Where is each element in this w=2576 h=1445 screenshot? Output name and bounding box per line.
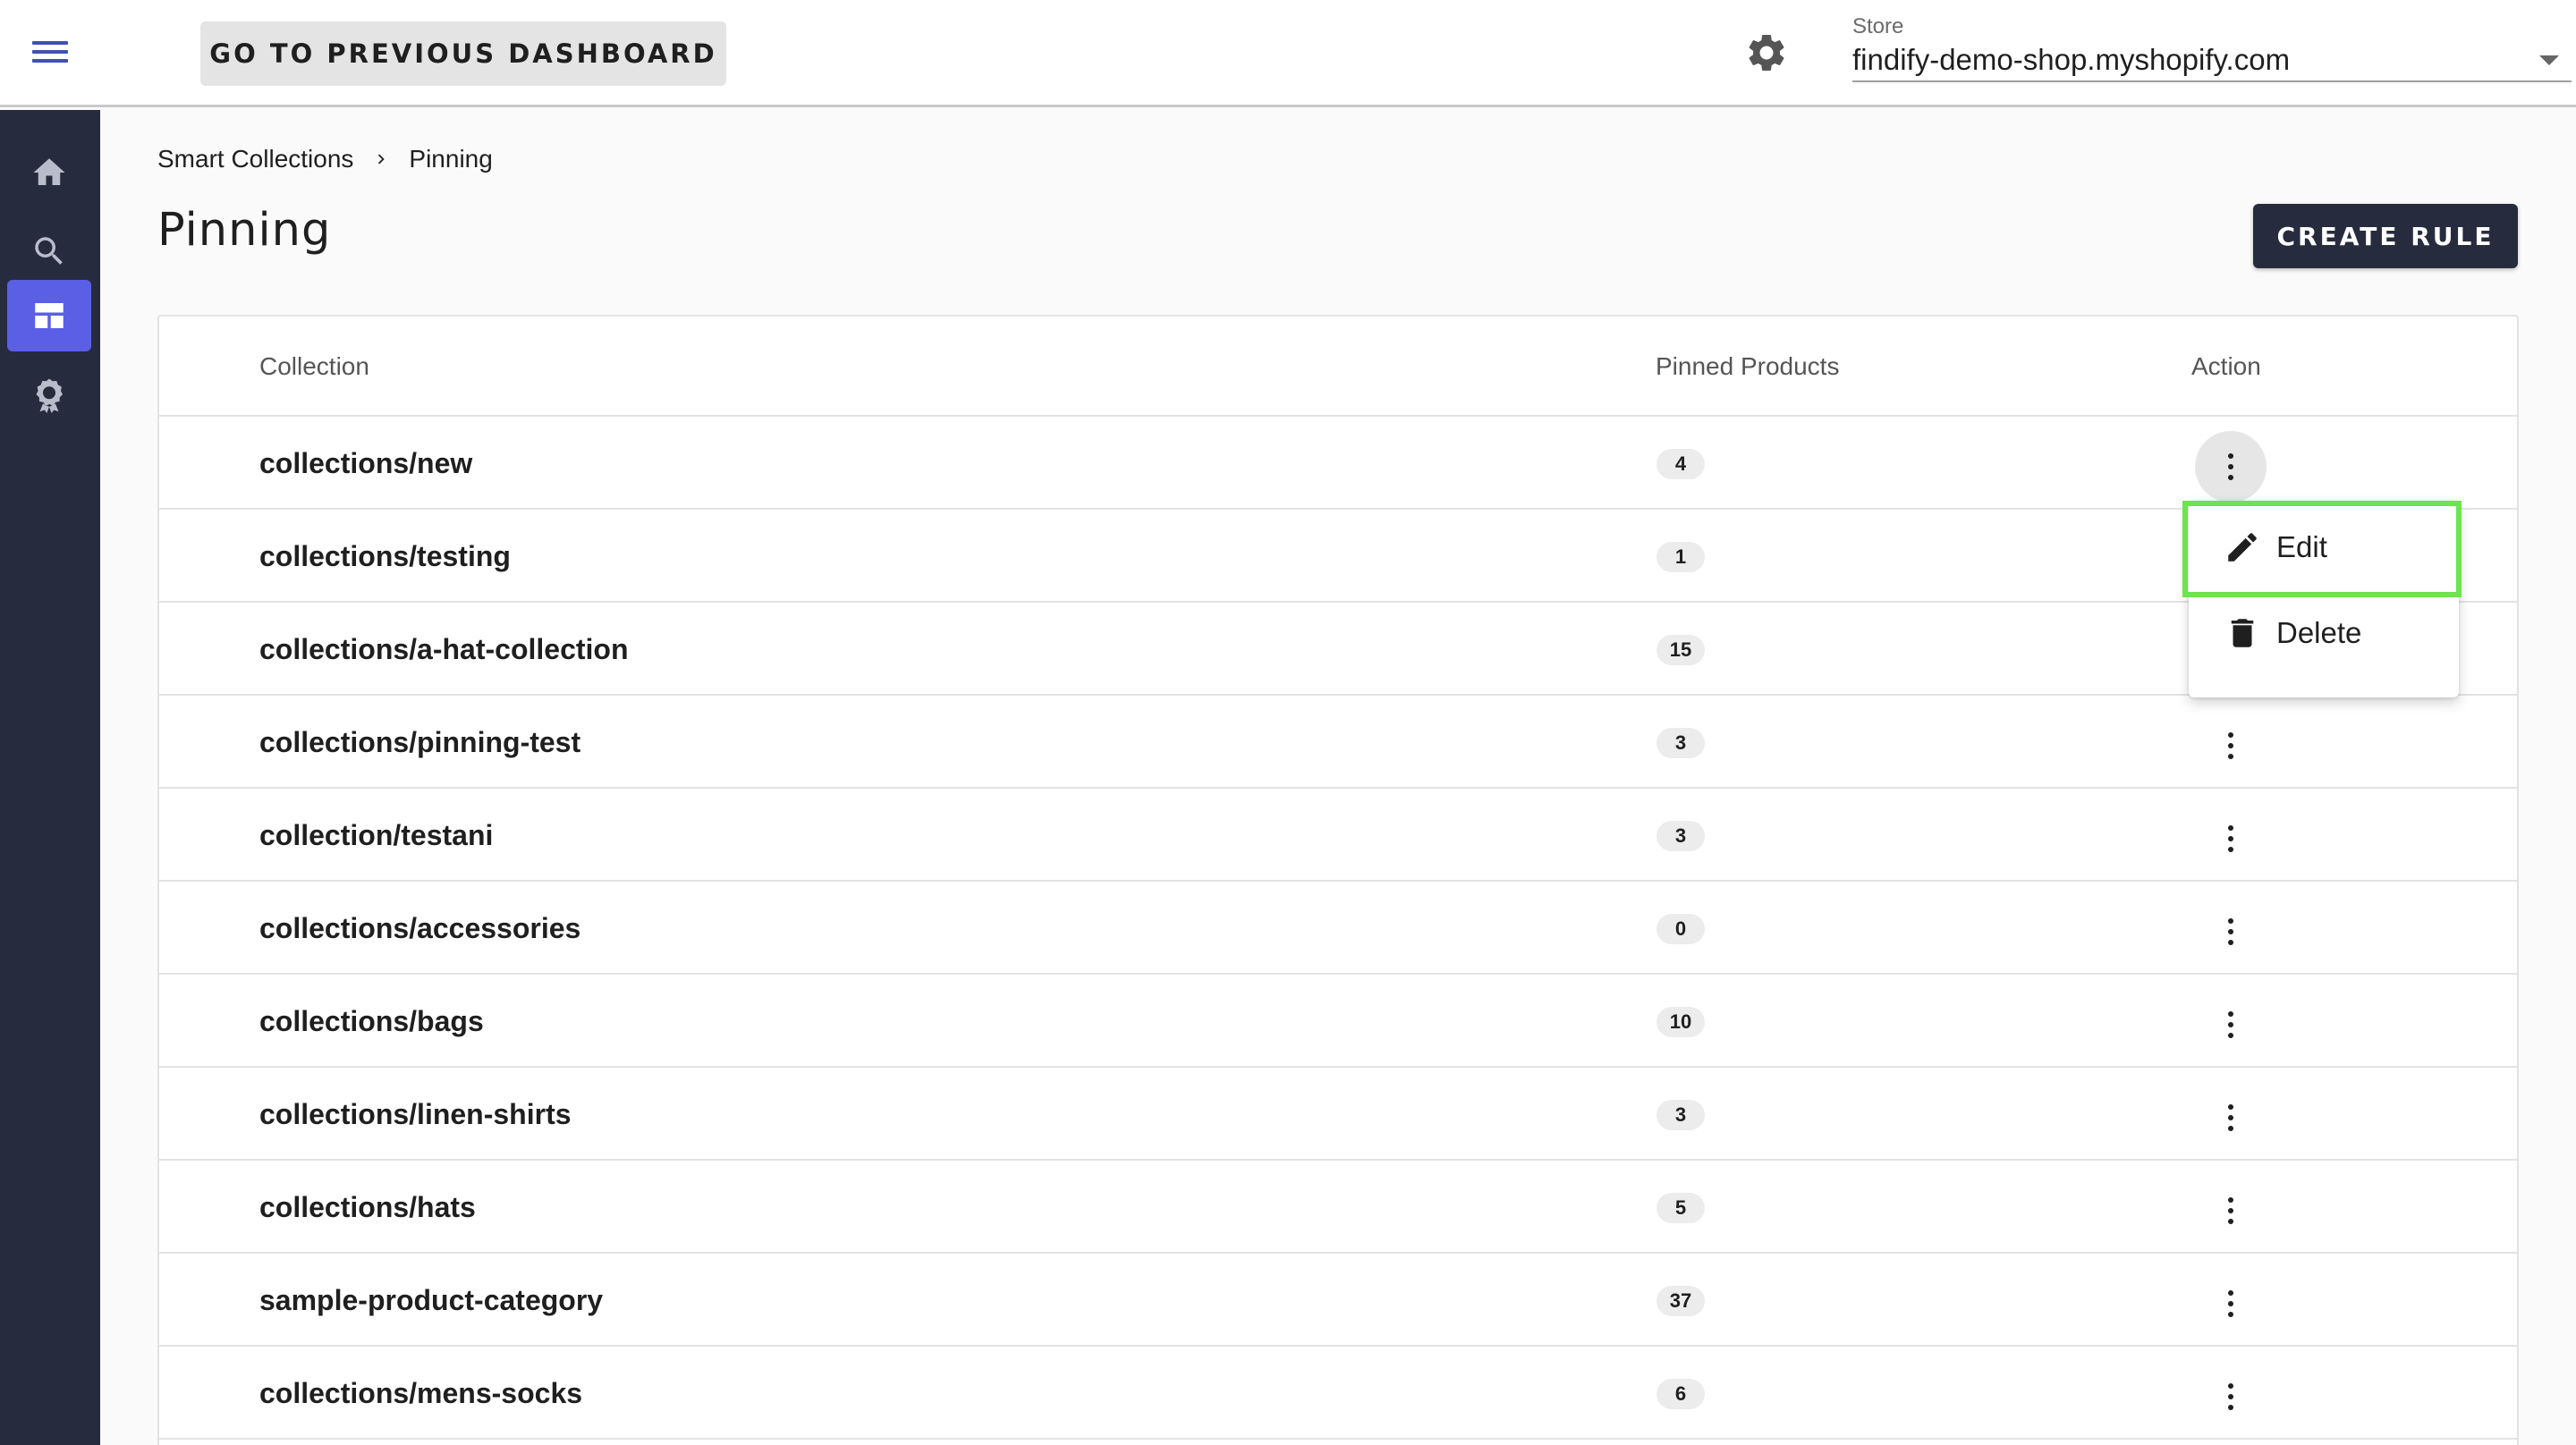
table-row[interactable]: collection/testani 3 <box>159 789 2517 882</box>
table-row[interactable]: collections/linen-shirts 3 <box>159 1068 2517 1161</box>
table-row[interactable]: collections/testing 1 <box>159 510 2517 603</box>
action-menu: Edit Delete <box>2189 501 2459 697</box>
pinned-count-badge: 6 <box>1657 1379 1705 1409</box>
store-label: Store <box>1852 14 1904 38</box>
more-options-icon[interactable] <box>2195 710 2267 782</box>
smart-collections-icon <box>35 303 64 328</box>
gear-icon[interactable] <box>1744 30 1789 75</box>
menu-item-delete-label: Delete <box>2276 616 2362 649</box>
breadcrumb-item-pinning: Pinning <box>409 145 493 173</box>
collection-name[interactable]: collections/a-hat-collection <box>259 633 629 666</box>
home-icon <box>33 158 65 185</box>
pinned-count-badge: 0 <box>1657 914 1705 944</box>
store-select-value: findify-demo-shop.myshopify.com <box>1852 43 2291 76</box>
menu-item-edit[interactable]: Edit <box>2189 504 2459 590</box>
pinned-count-badge: 37 <box>1657 1286 1705 1316</box>
collection-name[interactable]: collections/mens-socks <box>259 1377 582 1410</box>
pinned-count-badge: 1 <box>1657 542 1705 572</box>
store-select[interactable]: findify-demo-shop.myshopify.com <box>1852 39 2572 82</box>
collection-name[interactable]: collections/accessories <box>259 912 580 945</box>
caret-down-icon <box>2539 55 2559 65</box>
table-row[interactable]: collections/bags 10 <box>159 975 2517 1068</box>
pinned-count-badge: 4 <box>1657 449 1705 479</box>
more-options-icon[interactable] <box>2195 1175 2267 1246</box>
more-options-icon[interactable] <box>2195 431 2267 503</box>
pencil-icon <box>2223 528 2262 567</box>
top-bar: GO TO PREVIOUS DASHBOARD Store findify-d… <box>0 0 2576 107</box>
table-row[interactable]: collections/pinning-test 3 <box>159 696 2517 789</box>
column-header-pinned-products[interactable]: Pinned Products <box>1656 352 1839 381</box>
sidebar-item-search[interactable] <box>7 215 91 287</box>
collection-name[interactable]: collections/bags <box>259 1005 484 1038</box>
more-options-icon[interactable] <box>2195 1082 2267 1153</box>
more-options-icon[interactable] <box>2195 989 2267 1061</box>
breadcrumb-item-smart-collections[interactable]: Smart Collections <box>157 145 353 173</box>
go-to-previous-dashboard-button[interactable]: GO TO PREVIOUS DASHBOARD <box>200 21 726 86</box>
table-row[interactable]: collections/hats 5 <box>159 1161 2517 1254</box>
more-options-icon[interactable] <box>2195 896 2267 968</box>
more-options-icon[interactable] <box>2195 803 2267 875</box>
column-header-action: Action <box>2191 352 2261 380</box>
table-row[interactable]: collections/mens-socks 6 <box>159 1347 2517 1440</box>
column-header-collection[interactable]: Collection <box>259 352 369 381</box>
breadcrumb: Smart Collections Pinning <box>157 143 493 175</box>
table-row[interactable]: sample-product-category 37 <box>159 1254 2517 1347</box>
trash-icon <box>2223 613 2262 653</box>
sidebar-item-smart-collections[interactable] <box>7 280 91 351</box>
collection-name[interactable]: collections/new <box>259 447 472 480</box>
pinned-count-badge: 15 <box>1657 635 1705 665</box>
collection-name[interactable]: collections/linen-shirts <box>259 1098 572 1131</box>
table-header: Collection Pinned Products Action <box>159 317 2517 417</box>
pinning-table: Collection Pinned Products Action collec… <box>157 315 2519 1445</box>
hamburger-menu-icon[interactable] <box>29 36 72 72</box>
collection-name[interactable]: sample-product-category <box>259 1284 603 1317</box>
pinned-count-badge: 10 <box>1657 1007 1705 1037</box>
collection-name[interactable]: collections/hats <box>259 1191 476 1224</box>
collection-name[interactable]: collection/testani <box>259 819 493 852</box>
search-icon <box>35 237 63 265</box>
pinned-count-badge: 3 <box>1657 821 1705 851</box>
sidebar <box>0 110 100 1445</box>
sidebar-item-home[interactable] <box>7 137 91 208</box>
page-title: Pinning <box>157 204 332 257</box>
menu-item-delete[interactable]: Delete <box>2189 590 2459 676</box>
more-options-icon[interactable] <box>2195 1268 2267 1339</box>
pinned-count-badge: 5 <box>1657 1193 1705 1223</box>
create-rule-button[interactable]: CREATE RULE <box>2253 204 2518 268</box>
pinned-count-badge: 3 <box>1657 1100 1705 1130</box>
sidebar-item-merchandising[interactable] <box>7 359 91 430</box>
more-options-icon[interactable] <box>2195 1361 2267 1432</box>
collection-name[interactable]: collections/testing <box>259 540 511 573</box>
merchandising-icon <box>36 378 64 413</box>
table-row[interactable]: collections/new 4 <box>159 417 2517 510</box>
chevron-right-icon <box>371 149 391 169</box>
table-row[interactable]: collections/a-hat-collection 15 <box>159 603 2517 696</box>
table-row[interactable]: collections/accessories 0 <box>159 882 2517 975</box>
menu-item-edit-label: Edit <box>2276 530 2327 563</box>
pinned-count-badge: 3 <box>1657 728 1705 758</box>
collection-name[interactable]: collections/pinning-test <box>259 726 580 759</box>
